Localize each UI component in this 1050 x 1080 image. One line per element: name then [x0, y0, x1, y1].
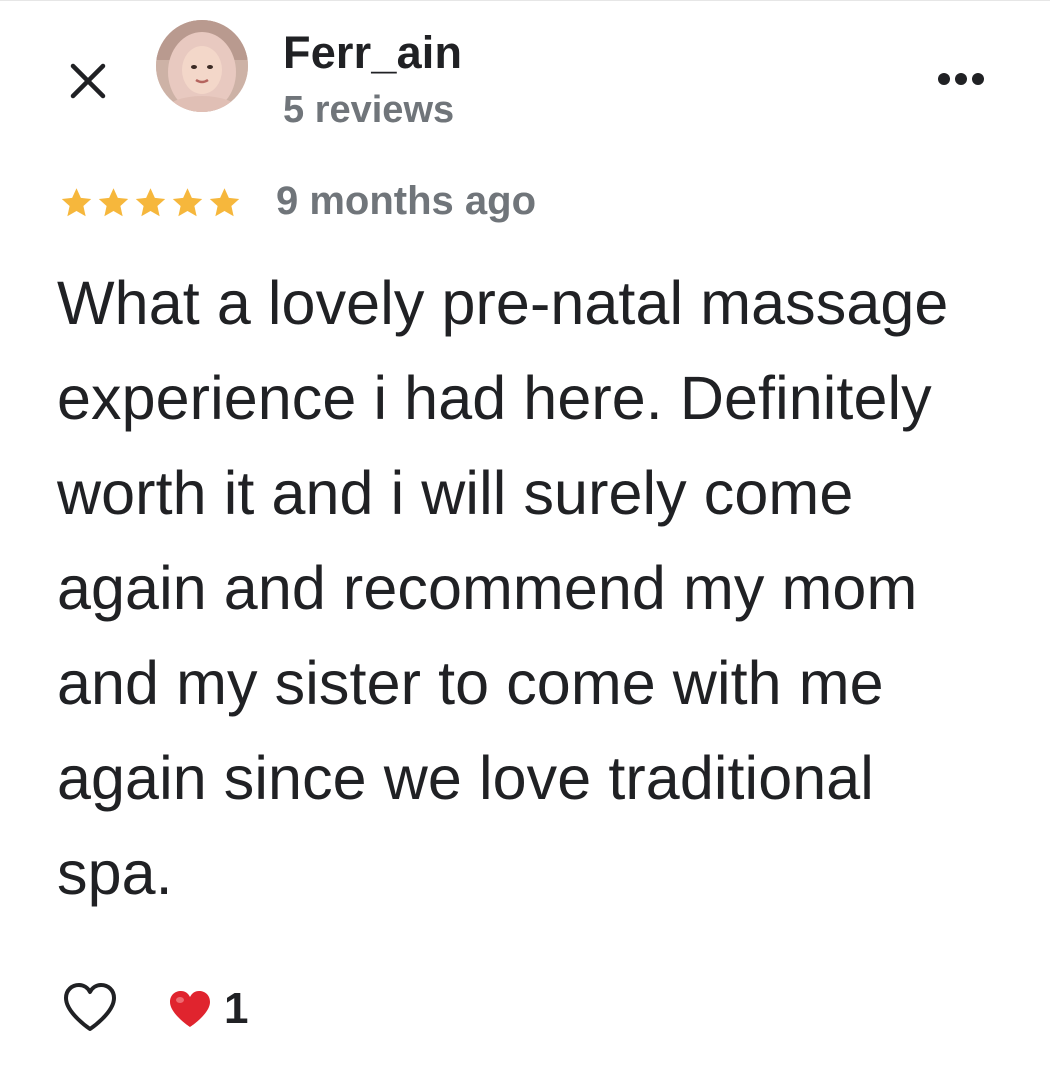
review-text: What a lovely pre-natal massage experien…	[57, 269, 949, 907]
review-time: 9 months ago	[276, 179, 537, 223]
more-horizontal-icon	[938, 73, 984, 85]
avatar[interactable]	[156, 20, 248, 112]
star-icon	[61, 188, 92, 217]
reaction-count: 1	[224, 984, 249, 1033]
avatar-photo	[156, 20, 248, 112]
star-icon	[98, 188, 129, 217]
star-rating	[58, 181, 243, 225]
close-icon	[70, 63, 106, 99]
reaction-summary[interactable]: 1	[168, 981, 248, 1037]
author-name[interactable]: Ferr_ain	[283, 25, 462, 81]
like-button[interactable]	[60, 979, 120, 1035]
more-options-button[interactable]	[928, 53, 994, 105]
review-detail-page: Ferr_ain 5 reviews 9 months ago What a l…	[0, 0, 1050, 1080]
red-heart-icon	[170, 991, 210, 1027]
close-button[interactable]	[62, 55, 114, 107]
heart-outline-icon	[64, 983, 116, 1031]
author-review-count[interactable]: 5 reviews	[283, 85, 454, 135]
star-icon	[135, 188, 166, 217]
star-icon	[209, 188, 240, 217]
star-icon	[172, 188, 203, 217]
